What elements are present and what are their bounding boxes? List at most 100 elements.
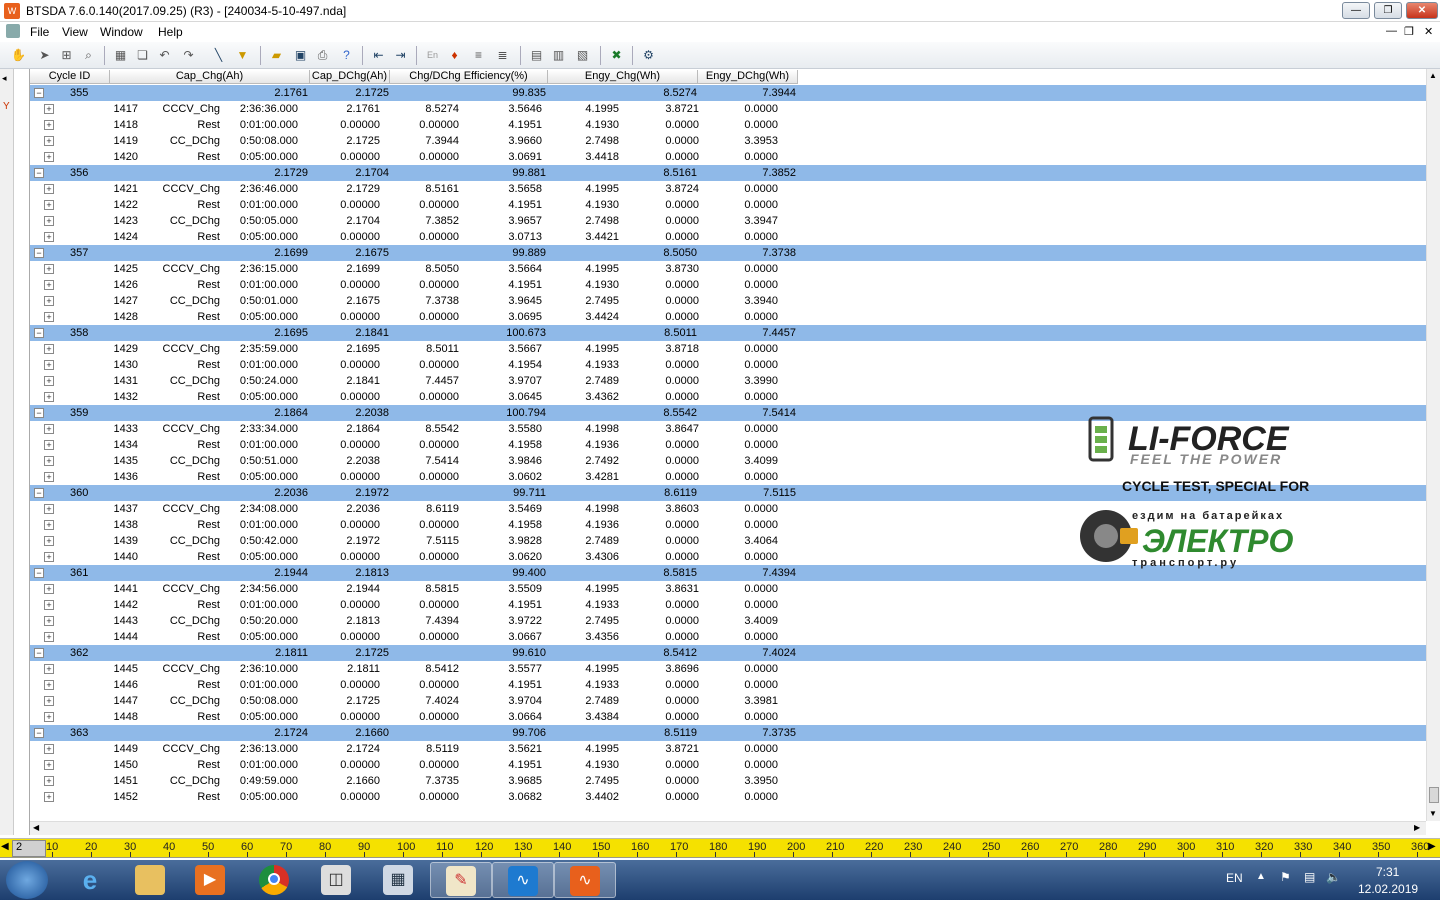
expand-icon[interactable]: + <box>44 760 54 770</box>
save-icon[interactable]: ▣ <box>292 47 309 64</box>
cycle-row[interactable]: − 362 2.1811 2.1725 99.610 8.5412 7.4024 <box>30 645 1426 661</box>
step-row[interactable]: +1426 Rest 0:01:00.000 0.00000 0.00000 4.1951… <box>30 277 1426 293</box>
expand-icon[interactable]: + <box>44 616 54 626</box>
expand-icon[interactable]: + <box>44 232 54 242</box>
expand-icon[interactable]: + <box>44 664 54 674</box>
expand-icon[interactable]: + <box>44 632 54 642</box>
step-row[interactable]: +1442 Rest 0:01:00.000 0.00000 0.00000 4.1951… <box>30 597 1426 613</box>
step-row[interactable]: +1444 Rest 0:05:00.000 0.00000 0.00000 3.0667… <box>30 629 1426 645</box>
step-row[interactable]: +1425 CCCV_Chg 2:36:15.000 2.1699 8.5050 3.56… <box>30 261 1426 277</box>
language-icon[interactable]: En <box>424 47 441 64</box>
expand-icon[interactable]: + <box>44 776 54 786</box>
step-row[interactable]: +1424 Rest 0:05:00.000 0.00000 0.00000 3.0713… <box>30 229 1426 245</box>
step-row[interactable]: +1430 Rest 0:01:00.000 0.00000 0.00000 4.1954… <box>30 357 1426 373</box>
scroll-down-icon[interactable]: ▼ <box>1429 809 1437 818</box>
align-left-icon[interactable]: ≡ <box>470 47 487 64</box>
expand-icon[interactable]: + <box>44 216 54 226</box>
expand-icon[interactable]: + <box>44 744 54 754</box>
expand-icon[interactable]: + <box>44 680 54 690</box>
media-player-icon[interactable]: ▶ <box>180 862 242 898</box>
step-row[interactable]: +1447 CC_DChg 0:50:08.000 2.1725 7.4024 3.970… <box>30 693 1426 709</box>
expand-icon[interactable]: + <box>44 360 54 370</box>
collapse-icon[interactable]: − <box>34 728 44 738</box>
clock-time[interactable]: 7:31 <box>1376 865 1399 879</box>
expand-icon[interactable]: + <box>44 696 54 706</box>
expand-icon[interactable]: + <box>44 280 54 290</box>
undo-icon[interactable]: ↶ <box>156 47 173 64</box>
collapse-icon[interactable]: − <box>34 568 44 578</box>
clock-date[interactable]: 12.02.2019 <box>1358 882 1418 896</box>
list-view-icon[interactable]: ▥ <box>550 47 567 64</box>
start-orb[interactable] <box>6 861 48 899</box>
horizontal-scrollbar[interactable]: ◀ ▶ <box>30 821 1426 835</box>
internet-explorer-icon[interactable]: e <box>60 862 122 898</box>
step-row[interactable]: +1427 CC_DChg 0:50:01.000 2.1675 7.3738 3.964… <box>30 293 1426 309</box>
filter-icon[interactable]: ▼ <box>234 47 251 64</box>
expand-icon[interactable]: + <box>44 584 54 594</box>
collapse-icon[interactable]: − <box>34 408 44 418</box>
col-engy-dchg[interactable]: Engy_DChg(Wh) <box>698 70 798 84</box>
language-indicator[interactable]: EN <box>1226 871 1243 885</box>
col-cycle-id[interactable]: Cycle ID <box>30 70 110 84</box>
mdi-minimize-button[interactable]: — <box>1386 25 1397 37</box>
step-row[interactable]: +1452 Rest 0:05:00.000 0.00000 0.00000 3.0682… <box>30 789 1426 805</box>
menu-window[interactable]: Window <box>100 25 143 39</box>
step-row[interactable]: +1429 CCCV_Chg 2:35:59.000 2.1695 8.5011 3.56… <box>30 341 1426 357</box>
table-view-icon[interactable]: ▤ <box>528 47 545 64</box>
step-row[interactable]: +1450 Rest 0:01:00.000 0.00000 0.00000 4.1951… <box>30 757 1426 773</box>
document-icon[interactable] <box>6 24 20 38</box>
col-efficiency[interactable]: Chg/DChg Efficiency(%) <box>390 70 548 84</box>
expand-icon[interactable]: + <box>44 152 54 162</box>
marker-icon[interactable]: ♦ <box>446 47 463 64</box>
collapse-icon[interactable]: − <box>34 248 44 258</box>
expand-icon[interactable]: + <box>44 712 54 722</box>
step-row[interactable]: +1420 Rest 0:05:00.000 0.00000 0.00000 3.0691… <box>30 149 1426 165</box>
collapse-icon[interactable]: − <box>34 88 44 98</box>
settings-icon[interactable]: ⚙ <box>640 47 657 64</box>
scroll-left-arrow-icon[interactable]: ◀ <box>33 823 39 832</box>
cycle-row[interactable]: − 357 2.1699 2.1675 99.889 8.5050 7.3738 <box>30 245 1426 261</box>
arrow-right-icon[interactable]: ⇥ <box>392 47 409 64</box>
tray-expand-icon[interactable]: ▲ <box>1256 871 1266 882</box>
copy-icon[interactable]: ❏ <box>134 47 151 64</box>
calculator-icon[interactable]: ▦ <box>368 862 430 898</box>
expand-icon[interactable]: + <box>44 104 54 114</box>
ruler-start-value[interactable]: 2 <box>12 840 46 857</box>
scroll-right-arrow-icon[interactable]: ▶ <box>1414 823 1420 832</box>
expand-icon[interactable]: + <box>44 552 54 562</box>
collapse-icon[interactable]: − <box>34 328 44 338</box>
mdi-restore-button[interactable]: ❐ <box>1404 25 1414 38</box>
step-row[interactable]: +1448 Rest 0:05:00.000 0.00000 0.00000 3.0664… <box>30 709 1426 725</box>
expand-icon[interactable]: + <box>44 520 54 530</box>
step-row[interactable]: +1419 CC_DChg 0:50:08.000 2.1725 7.3944 3.966… <box>30 133 1426 149</box>
step-row[interactable]: +1445 CCCV_Chg 2:36:10.000 2.1811 8.5412 3.55… <box>30 661 1426 677</box>
hand-icon[interactable]: ✋ <box>10 47 27 64</box>
mdi-close-button[interactable]: ✕ <box>1424 25 1433 38</box>
expand-icon[interactable]: + <box>44 472 54 482</box>
zoom-box-icon[interactable]: ⊞ <box>58 47 75 64</box>
menu-help[interactable]: Help <box>158 25 183 39</box>
scroll-up-icon[interactable]: ▲ <box>1429 71 1437 80</box>
line-icon[interactable]: ╲ <box>210 47 227 64</box>
expand-icon[interactable]: + <box>44 792 54 802</box>
expand-icon[interactable]: + <box>44 296 54 306</box>
expand-icon[interactable]: + <box>44 184 54 194</box>
menu-file[interactable]: File <box>30 25 49 39</box>
network-icon[interactable]: ▤ <box>1304 870 1315 884</box>
step-row[interactable]: +1423 CC_DChg 0:50:05.000 2.1704 7.3852 3.965… <box>30 213 1426 229</box>
step-row[interactable]: +1422 Rest 0:01:00.000 0.00000 0.00000 4.1951… <box>30 197 1426 213</box>
paint-icon[interactable]: ✎ <box>430 862 492 898</box>
step-row[interactable]: +1418 Rest 0:01:00.000 0.00000 0.00000 4.1951… <box>30 117 1426 133</box>
arrow-left-icon[interactable]: ⇤ <box>370 47 387 64</box>
cycle-row[interactable]: − 363 2.1724 2.1660 99.706 8.5119 7.3735 <box>30 725 1426 741</box>
step-row[interactable]: +1431 CC_DChg 0:50:24.000 2.1841 7.4457 3.970… <box>30 373 1426 389</box>
redo-icon[interactable]: ↷ <box>180 47 197 64</box>
expand-icon[interactable]: + <box>44 312 54 322</box>
expand-icon[interactable]: + <box>44 504 54 514</box>
cycle-row[interactable]: − 355 2.1761 2.1725 99.835 8.5274 7.3944 <box>30 85 1426 101</box>
scroll-left-icon[interactable]: ◂ <box>2 73 7 84</box>
file-explorer-icon[interactable] <box>120 862 182 898</box>
help-icon[interactable]: ? <box>338 47 355 64</box>
step-row[interactable]: +1449 CCCV_Chg 2:36:13.000 2.1724 8.5119 3.56… <box>30 741 1426 757</box>
menu-view[interactable]: View <box>62 25 88 39</box>
